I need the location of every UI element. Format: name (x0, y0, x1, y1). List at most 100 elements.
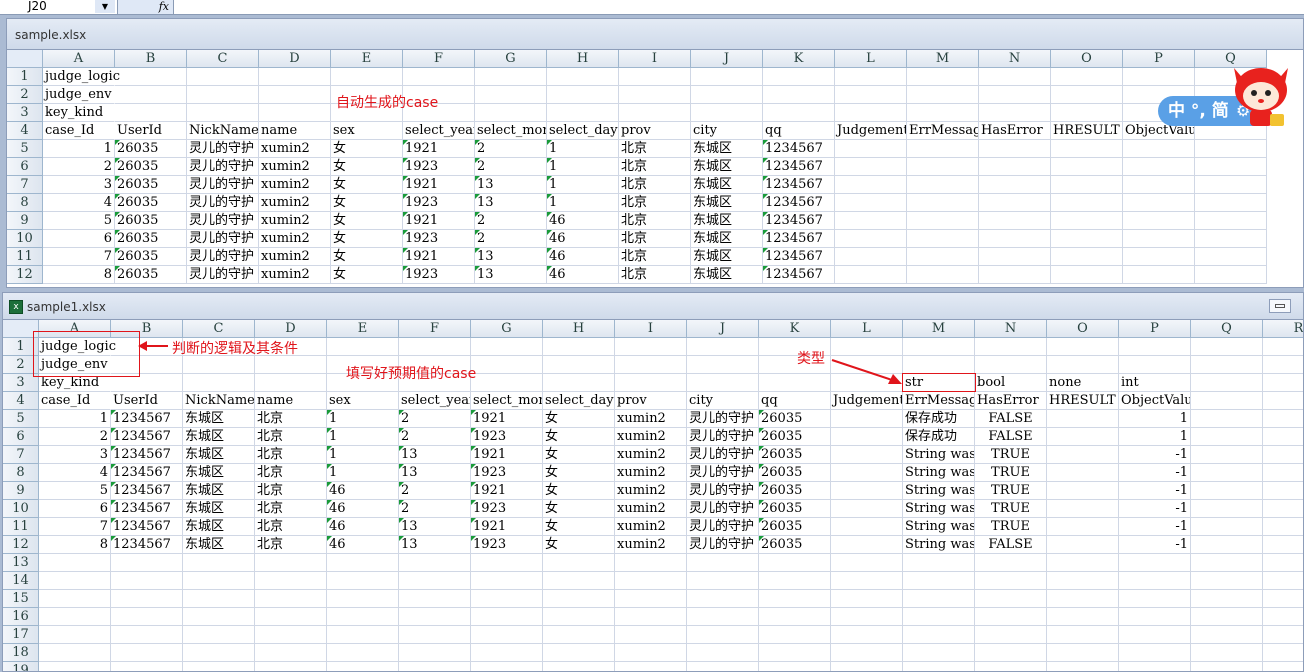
cell-o2[interactable] (1047, 356, 1119, 374)
row-header[interactable]: 5 (7, 140, 43, 158)
cell-l5[interactable] (835, 140, 907, 158)
column-header-d[interactable]: D (259, 50, 331, 68)
row-header[interactable]: 7 (3, 446, 39, 464)
column-header-m[interactable]: M (907, 50, 979, 68)
cell-j14[interactable] (687, 572, 759, 590)
cell-l12[interactable] (835, 266, 907, 284)
cell-h11[interactable]: 46 (547, 248, 619, 266)
cell-k14[interactable] (759, 572, 831, 590)
cell-b3[interactable] (115, 104, 187, 122)
cell-d11[interactable]: xumin2 (259, 248, 331, 266)
cell-b19[interactable] (111, 662, 183, 671)
cell-n11[interactable]: TRUE (975, 518, 1047, 536)
column-header-b[interactable]: B (115, 50, 187, 68)
cell-q12[interactable] (1191, 536, 1263, 554)
cell-e4[interactable]: sex (331, 122, 403, 140)
cell-e18[interactable] (327, 644, 399, 662)
cell-k3[interactable] (763, 104, 835, 122)
row-header[interactable]: 11 (7, 248, 43, 266)
cell-g9[interactable]: 1921 (471, 482, 543, 500)
cell-e12[interactable]: 46 (327, 536, 399, 554)
row-header[interactable]: 6 (3, 428, 39, 446)
cell-h2[interactable] (543, 356, 615, 374)
column-header-j[interactable]: J (691, 50, 763, 68)
cell-j7[interactable]: 灵儿的守护 (687, 446, 759, 464)
cell-a16[interactable] (39, 608, 111, 626)
cell-d6[interactable]: xumin2 (259, 158, 331, 176)
cell-a18[interactable] (39, 644, 111, 662)
cell-l19[interactable] (831, 662, 903, 671)
cell-n6[interactable] (979, 158, 1051, 176)
row-header[interactable]: 16 (3, 608, 39, 626)
row-header[interactable]: 2 (7, 86, 43, 104)
cell-o6[interactable] (1047, 428, 1119, 446)
cell-f10[interactable]: 2 (399, 500, 471, 518)
cell-o8[interactable] (1051, 194, 1123, 212)
cell-r6[interactable] (1263, 428, 1303, 446)
cell-r16[interactable] (1263, 608, 1303, 626)
cell-i3[interactable] (619, 104, 691, 122)
cell-q19[interactable] (1191, 662, 1263, 671)
cell-o4[interactable]: HRESULT (1051, 122, 1123, 140)
cell-o8[interactable] (1047, 464, 1119, 482)
cell-l6[interactable] (831, 428, 903, 446)
cell-n19[interactable] (975, 662, 1047, 671)
cell-b14[interactable] (111, 572, 183, 590)
cell-a10[interactable]: 6 (43, 230, 115, 248)
column-header-r[interactable]: R (1263, 320, 1303, 338)
cell-g1[interactable] (471, 338, 543, 356)
row-header[interactable]: 7 (7, 176, 43, 194)
cell-f13[interactable] (399, 554, 471, 572)
cell-i8[interactable]: xumin2 (615, 464, 687, 482)
cell-c5[interactable]: 灵儿的守护 (187, 140, 259, 158)
cell-g4[interactable]: select_month (471, 392, 543, 410)
cell-c19[interactable] (183, 662, 255, 671)
cell-g12[interactable]: 1923 (471, 536, 543, 554)
cell-a11[interactable]: 7 (43, 248, 115, 266)
column-header-f[interactable]: F (403, 50, 475, 68)
cell-m12[interactable] (907, 266, 979, 284)
cell-m2[interactable] (903, 356, 975, 374)
cell-h16[interactable] (543, 608, 615, 626)
cell-e7[interactable]: 1 (327, 446, 399, 464)
cell-o7[interactable] (1047, 446, 1119, 464)
cell-c7[interactable]: 灵儿的守护 (187, 176, 259, 194)
cell-j17[interactable] (687, 626, 759, 644)
cell-m18[interactable] (903, 644, 975, 662)
cell-r5[interactable] (1263, 410, 1303, 428)
cell-k3[interactable] (759, 374, 831, 392)
cell-n13[interactable] (975, 554, 1047, 572)
cell-i13[interactable] (615, 554, 687, 572)
cell-f4[interactable]: select_year (403, 122, 475, 140)
cell-r10[interactable] (1263, 500, 1303, 518)
cell-f12[interactable]: 13 (399, 536, 471, 554)
cell-d9[interactable]: xumin2 (259, 212, 331, 230)
cell-p12[interactable]: -1 (1119, 536, 1191, 554)
cell-o14[interactable] (1047, 572, 1119, 590)
cell-k13[interactable] (759, 554, 831, 572)
cell-m3[interactable] (907, 104, 979, 122)
cell-m14[interactable] (903, 572, 975, 590)
cell-i8[interactable]: 北京 (619, 194, 691, 212)
cell-d15[interactable] (255, 590, 327, 608)
column-header-l[interactable]: L (831, 320, 903, 338)
cell-g8[interactable]: 13 (475, 194, 547, 212)
cell-h5[interactable]: 女 (543, 410, 615, 428)
cell-g12[interactable]: 13 (475, 266, 547, 284)
column-header-c[interactable]: C (183, 320, 255, 338)
select-all-corner[interactable] (7, 50, 43, 68)
cell-f5[interactable]: 1921 (403, 140, 475, 158)
cell-e5[interactable]: 女 (331, 140, 403, 158)
cell-m1[interactable] (903, 338, 975, 356)
cell-l8[interactable] (831, 464, 903, 482)
cell-k10[interactable]: 26035 (759, 500, 831, 518)
cell-d3[interactable] (259, 104, 331, 122)
cell-i19[interactable] (615, 662, 687, 671)
cell-d5[interactable]: xumin2 (259, 140, 331, 158)
cell-j12[interactable]: 灵儿的守护 (687, 536, 759, 554)
cell-h10[interactable]: 女 (543, 500, 615, 518)
cell-o16[interactable] (1047, 608, 1119, 626)
row-header[interactable]: 11 (3, 518, 39, 536)
cell-r1[interactable] (1263, 338, 1303, 356)
cell-n4[interactable]: HasError (975, 392, 1047, 410)
